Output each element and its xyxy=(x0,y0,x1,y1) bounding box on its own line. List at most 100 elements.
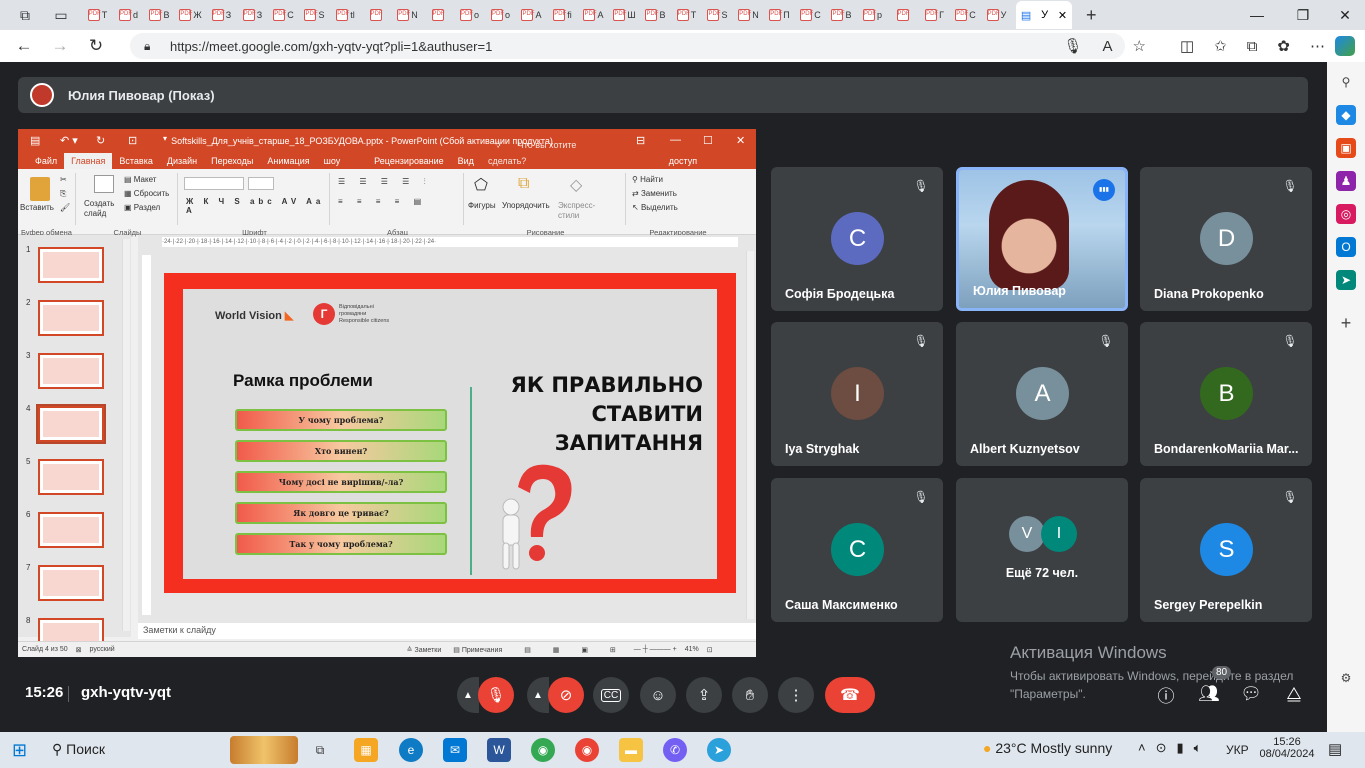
camera-toggle-button[interactable]: ⊘ xyxy=(548,677,584,713)
ppt-minimize-button[interactable]: — xyxy=(670,134,681,146)
task-view-icon[interactable]: ⧉ xyxy=(308,738,332,762)
browser-tab[interactable]: PDF xyxy=(423,4,454,26)
split-screen-icon[interactable]: ◫ xyxy=(1180,37,1194,55)
maximize-button[interactable]: ❐ xyxy=(1281,0,1325,30)
ppt-close-button[interactable]: ✕ xyxy=(736,134,745,147)
create-slide-button[interactable]: Создать слайд xyxy=(84,199,124,219)
tab-view[interactable]: Вид xyxy=(451,153,481,169)
browser-tab[interactable]: PDF Ж xyxy=(175,4,206,26)
browser-tab[interactable]: PDF А xyxy=(578,4,609,26)
minimize-button[interactable]: — xyxy=(1235,0,1279,30)
games-icon[interactable]: ♟ xyxy=(1336,171,1356,191)
tab-insert[interactable]: Вставка xyxy=(112,153,159,169)
zoom-level[interactable]: 41% xyxy=(685,646,699,653)
replace-button[interactable]: ⇄ Заменить xyxy=(632,189,677,198)
shapes-icon[interactable]: ⬠ xyxy=(474,175,488,195)
slide-thumbnail[interactable] xyxy=(36,404,106,444)
find-button[interactable]: ⚲ Найти xyxy=(632,175,663,184)
quick-styles-button[interactable]: Экспресс-стили xyxy=(558,201,598,221)
undo-icon[interactable]: ↶ ▾ xyxy=(60,134,78,147)
tools-briefcase-icon[interactable]: ▣ xyxy=(1336,138,1356,158)
edge-icon[interactable]: e xyxy=(399,738,423,762)
browser-tab[interactable]: PDF У xyxy=(981,4,1012,26)
start-presentation-icon[interactable]: ⊡ xyxy=(128,134,137,147)
present-button[interactable]: ⇪ xyxy=(686,677,722,713)
favorites-icon[interactable]: ✩ xyxy=(1214,37,1227,55)
leave-call-button[interactable]: ☎︎ xyxy=(825,677,875,713)
slide-thumbnail[interactable] xyxy=(38,353,104,389)
browser-tab[interactable]: PDF З xyxy=(206,4,237,26)
arrange-button[interactable]: Упорядочить xyxy=(502,201,550,210)
slide-thumbnail[interactable] xyxy=(38,300,104,336)
word-icon[interactable]: W xyxy=(487,738,511,762)
microphone-toggle-button[interactable]: 🎙︎ xyxy=(478,677,514,713)
slide-thumbnails-pane[interactable]: 1 2 3 4 5 6 7 8 xyxy=(18,235,131,654)
slide-thumbnail[interactable] xyxy=(38,459,104,495)
input-language[interactable]: УКР xyxy=(1226,743,1249,757)
section-button[interactable]: ▣ Раздел xyxy=(124,203,160,212)
ribbon-display-icon[interactable]: ⊟ xyxy=(636,134,645,147)
meeting-details-button[interactable]: ⓘ xyxy=(1152,680,1180,708)
sidebar-settings-icon[interactable]: ⚙ xyxy=(1336,668,1356,688)
cut-icon[interactable]: ✂ xyxy=(60,175,67,184)
people-button[interactable]: 👥︎ xyxy=(1195,680,1223,708)
browser-tab[interactable]: PDF xyxy=(888,4,919,26)
browser-tab[interactable]: PDF С xyxy=(950,4,981,26)
browser-tab[interactable]: PDF S xyxy=(702,4,733,26)
editor-scrollbar[interactable] xyxy=(746,251,754,619)
tab-review[interactable]: Рецензирование xyxy=(367,153,451,169)
browser-tab[interactable]: PDF Ш xyxy=(609,4,640,26)
tab-transitions[interactable]: Переходы xyxy=(204,153,260,169)
browser-tab[interactable]: PDF Т xyxy=(82,4,113,26)
mail-icon[interactable]: ✉ xyxy=(443,738,467,762)
fit-slide-icon[interactable]: ⊡ xyxy=(707,646,713,654)
language-label[interactable]: русский xyxy=(90,646,115,653)
reset-button[interactable]: ▦ Сбросить xyxy=(124,189,169,198)
search-icon[interactable]: ⚲ xyxy=(1336,72,1356,92)
favorite-star-icon[interactable]: ☆ xyxy=(1132,37,1145,55)
forward-button[interactable]: → xyxy=(42,36,78,56)
paste-button[interactable]: Вставить xyxy=(20,203,54,212)
browser-tab[interactable]: PDF В xyxy=(144,4,175,26)
browser-tab[interactable]: PDF о xyxy=(485,4,516,26)
participant-tile[interactable]: I 🎙︎ Iya Stryghak xyxy=(771,322,943,466)
redo-icon[interactable]: ↻ xyxy=(96,134,105,147)
read-aloud-icon[interactable]: A xyxy=(1102,38,1112,55)
extensions-icon[interactable]: ✿ xyxy=(1277,37,1290,55)
close-tab-icon[interactable]: ✕ xyxy=(1058,9,1067,22)
browser-tab[interactable]: PDF С xyxy=(795,4,826,26)
chrome-profile-icon[interactable]: ◉ xyxy=(575,738,599,762)
browser-tab[interactable]: PDF З xyxy=(237,4,268,26)
weather-widget[interactable]: ● 23°C Mostly sunny xyxy=(983,740,1112,756)
participant-tile[interactable]: S 🎙︎ Sergey Perepelkin xyxy=(1140,478,1312,622)
save-icon[interactable]: ▤ xyxy=(30,134,40,147)
tab-design[interactable]: Дизайн xyxy=(160,153,204,169)
store-icon[interactable]: ▦ xyxy=(354,738,378,762)
quick-access-more-icon[interactable]: ▾ xyxy=(163,134,167,143)
slide-thumbnail[interactable] xyxy=(38,512,104,548)
current-slide[interactable]: World Vision ◣ Г Відповідальні громадяни… xyxy=(164,273,736,593)
slide-editor[interactable]: ·24·|·22·|·20·|·18·|·16·|·14·|·12·|·10·|… xyxy=(138,235,756,623)
browser-tab[interactable]: PDF Т xyxy=(671,4,702,26)
font-format-buttons[interactable]: Ж К Ч S abc AV Aa A xyxy=(186,197,329,215)
browser-tab[interactable]: PDF tl xyxy=(330,4,361,26)
browser-tab[interactable]: PDF Г xyxy=(919,4,950,26)
collections-icon[interactable]: ⧉ xyxy=(1247,38,1258,55)
browser-tab[interactable]: PDF П xyxy=(764,4,795,26)
url-field[interactable]: 🔒︎ https://meet.google.com/gxh-yqtv-yqt?… xyxy=(130,33,1125,59)
browser-tab[interactable]: PDF S xyxy=(299,4,330,26)
tab-file[interactable]: Файл xyxy=(28,153,64,169)
paste-icon[interactable] xyxy=(30,177,50,201)
office-icon[interactable]: ◎ xyxy=(1336,204,1356,224)
file-explorer-icon[interactable]: ▬ xyxy=(619,738,643,762)
shopping-tag-icon[interactable]: ◆ xyxy=(1336,105,1356,125)
list-buttons[interactable]: ☰ ☰ ☰ ☰ ⫶ xyxy=(338,177,432,187)
browser-tab[interactable]: PDF А xyxy=(516,4,547,26)
add-sidebar-icon[interactable]: + xyxy=(1336,313,1356,333)
browser-tab[interactable]: PDF N xyxy=(733,4,764,26)
taskbar-search[interactable]: ⚲ Поиск xyxy=(52,741,105,758)
new-slide-icon[interactable] xyxy=(94,175,114,193)
participant-tile[interactable]: C 🎙︎ Саша Максименко xyxy=(771,478,943,622)
browser-tab[interactable]: PDF В xyxy=(640,4,671,26)
captions-button[interactable]: CC xyxy=(593,677,629,713)
